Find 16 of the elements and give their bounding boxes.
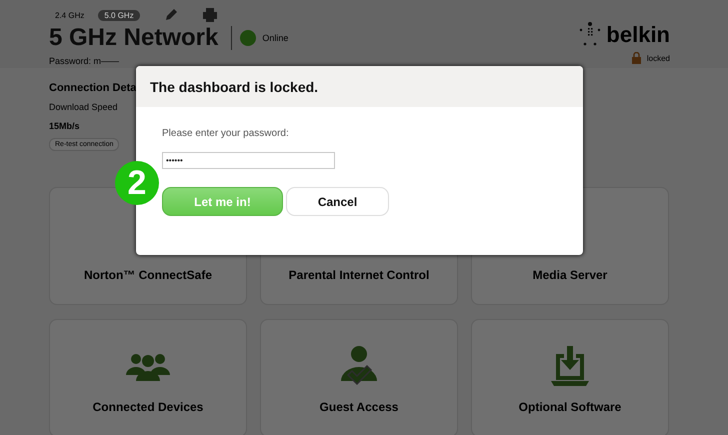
password-prompt: Please enter your password:	[162, 128, 289, 139]
tile-label: Connected Devices	[92, 400, 204, 414]
tile-label: Optional Software	[518, 400, 622, 414]
tile-label: Parental Internet Control	[288, 268, 430, 282]
section-title: Connection Deta	[49, 82, 136, 94]
logo-text: belkin	[606, 24, 670, 46]
network-title: 5 GHz Network	[49, 24, 218, 52]
speed-value: 15Mb/s	[49, 121, 80, 131]
dialog-title: The dashboard is locked.	[150, 78, 318, 94]
password-text: Password: m——	[49, 56, 120, 66]
tile-label: Norton™ ConnectSafe	[84, 268, 212, 282]
speed-label: Download Speed	[49, 102, 118, 112]
tile-label: Guest Access	[320, 400, 398, 414]
lock-status: locked	[646, 54, 670, 62]
tile-label: Media Server	[532, 268, 608, 282]
status-text: Online	[262, 33, 288, 43]
